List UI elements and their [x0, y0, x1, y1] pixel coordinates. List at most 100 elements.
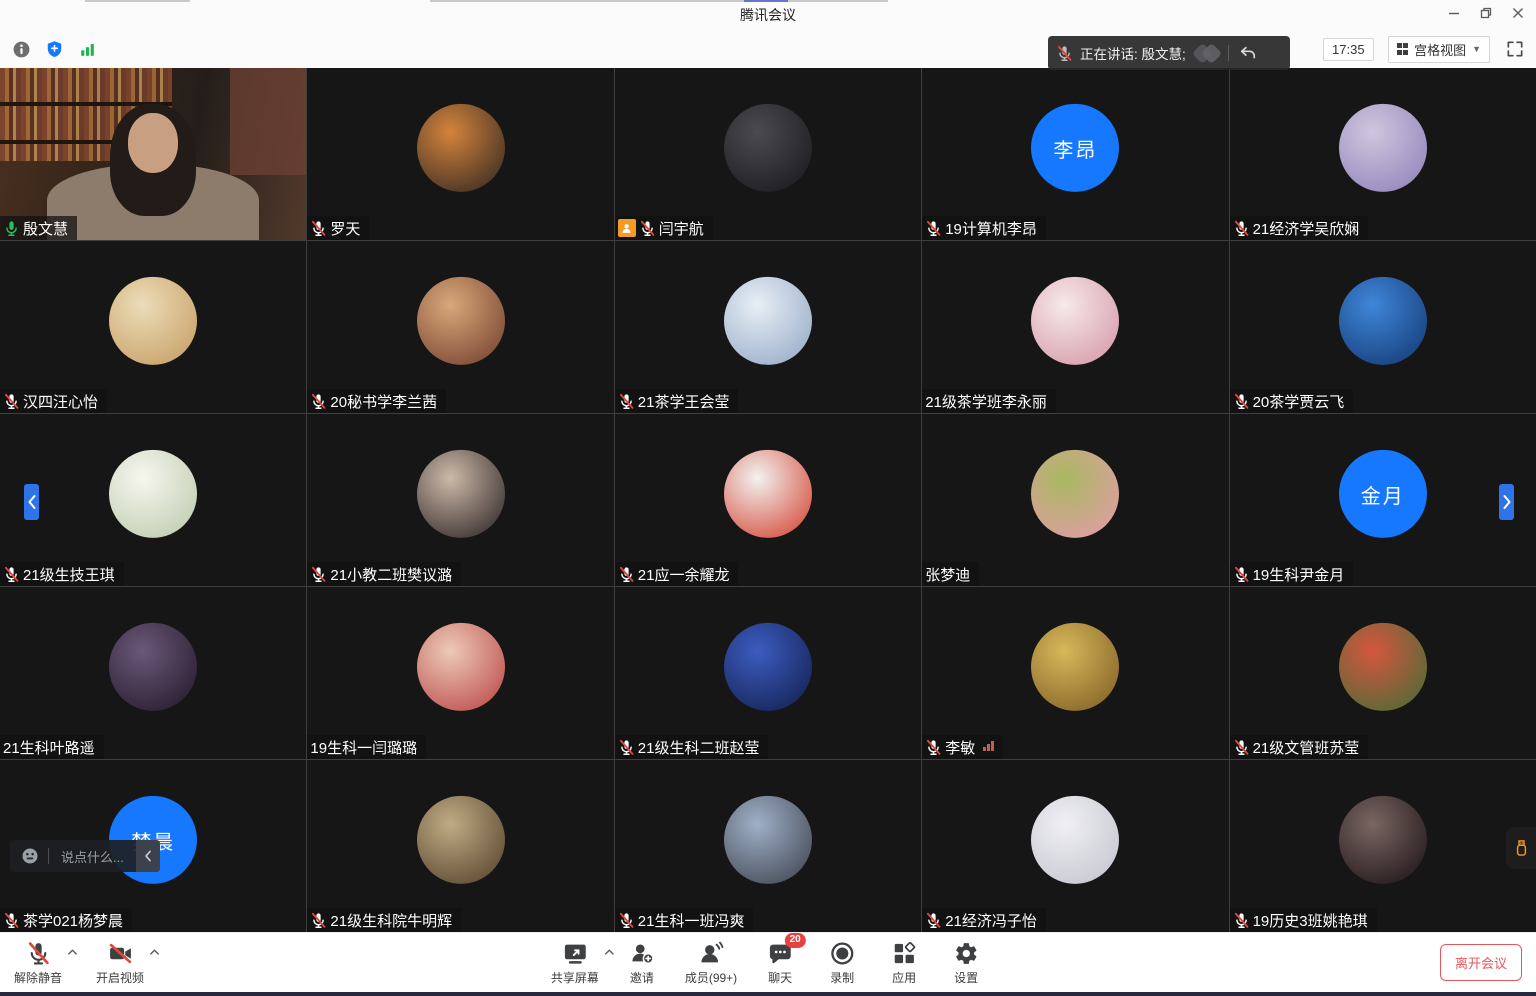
- security-shield-icon[interactable]: [43, 38, 65, 60]
- mic-muted-icon: [310, 912, 327, 929]
- participant-name-label: 殷文慧: [0, 216, 77, 240]
- restore-button[interactable]: [1470, 0, 1502, 30]
- participant-tile[interactable]: 21小教二班樊议潞: [307, 414, 613, 586]
- participant-name-label: 19历史3班姚艳琪: [1230, 908, 1377, 932]
- participant-name: 21经济冯子怡: [945, 910, 1037, 931]
- network-signal-icon[interactable]: [76, 38, 98, 60]
- toolbar-settings-button[interactable]: 设置: [947, 940, 985, 986]
- chevron-up-icon[interactable]: [149, 947, 160, 958]
- leave-meeting-button[interactable]: 离开会议: [1440, 944, 1522, 981]
- chevron-up-icon[interactable]: [67, 947, 78, 958]
- toolbar-center-group: 共享屏幕邀请成员(99+) 20聊天录制应用设置: [551, 940, 985, 986]
- participant-tile[interactable]: 21生科叶路遥: [0, 587, 306, 759]
- mic-muted-icon: [618, 393, 635, 410]
- speaking-indicator-pill[interactable]: 正在讲话: 殷文慧;: [1048, 36, 1290, 70]
- participant-tile[interactable]: 21经济学吴欣娴: [1230, 68, 1536, 240]
- participant-name: 21级生科院牛明辉: [330, 910, 452, 931]
- toolbar-invite-button[interactable]: 邀请: [623, 940, 661, 986]
- participant-name: 19历史3班姚艳琪: [1253, 910, 1368, 931]
- toolbar-unmute-button[interactable]: 解除静音: [14, 940, 62, 986]
- mic-muted-icon: [925, 739, 942, 756]
- chat-input[interactable]: 说点什么...: [49, 847, 136, 866]
- person-badge-icon: [618, 219, 636, 237]
- meeting-info-icon[interactable]: [10, 38, 32, 60]
- participant-tile[interactable]: 殷文慧: [0, 68, 306, 240]
- chevron-up-icon[interactable]: [604, 947, 615, 958]
- speaking-label: 正在讲话: 殷文慧;: [1080, 43, 1186, 63]
- mic-muted-icon: [1233, 566, 1250, 583]
- minimize-button[interactable]: [1438, 0, 1470, 30]
- participant-tile[interactable]: 21经济冯子怡: [922, 760, 1228, 932]
- toolbar-button-label: 设置: [954, 969, 978, 986]
- participant-name-label: 21级生技王琪: [0, 562, 124, 586]
- participant-tile[interactable]: 19生科一闫璐璐: [307, 587, 613, 759]
- participant-tile[interactable]: 罗天: [307, 68, 613, 240]
- participant-tile[interactable]: 李敏: [922, 587, 1228, 759]
- mic-active-icon: [3, 220, 20, 237]
- meeting-status-bar: 17:35 宫格视图 ▼: [0, 30, 1536, 68]
- toolbar-apps-button[interactable]: 应用: [885, 940, 923, 986]
- participant-tile[interactable]: 21级生科二班赵莹: [615, 587, 921, 759]
- next-page-arrow[interactable]: [1499, 484, 1514, 520]
- participant-name-label: 21级生科院牛明辉: [307, 908, 461, 932]
- undo-arrow-button[interactable]: [1238, 43, 1258, 63]
- previous-page-arrow[interactable]: [24, 484, 39, 520]
- participant-name-label: 罗天: [307, 216, 369, 240]
- participant-tile[interactable]: 21应一余耀龙: [615, 414, 921, 586]
- participant-name-label: 闫宇航: [615, 216, 713, 240]
- participant-name: 21级文管班苏莹: [1253, 737, 1360, 758]
- close-button[interactable]: [1502, 0, 1534, 30]
- participant-name-label: 21级茶学班李永丽: [922, 389, 1056, 413]
- view-mode-selector[interactable]: 宫格视图 ▼: [1388, 36, 1490, 63]
- avatar-photo: [417, 450, 505, 538]
- avatar-photo: [724, 623, 812, 711]
- avatar-photo: [1031, 277, 1119, 365]
- participant-name-label: 21经济学吴欣娴: [1230, 216, 1369, 240]
- toolbar-chat-button[interactable]: 20聊天: [761, 940, 799, 986]
- participant-name: 19计算机李昂: [945, 218, 1037, 239]
- usb-device-panel[interactable]: [1506, 827, 1536, 869]
- participant-tile[interactable]: 21生科一班冯爽: [615, 760, 921, 932]
- participant-name-label: 21生科叶路遥: [0, 735, 104, 759]
- avatar-photo: [417, 277, 505, 365]
- fullscreen-button[interactable]: [1504, 38, 1526, 60]
- avatar-photo: [1339, 623, 1427, 711]
- participant-name-label: 19生科一闫璐璐: [307, 735, 426, 759]
- toolbar-start-video-button[interactable]: 开启视频: [96, 940, 144, 986]
- participant-tile[interactable]: 21级生技王琪: [0, 414, 306, 586]
- settings-icon: [954, 940, 979, 967]
- avatar-initials: 李昂: [1031, 104, 1119, 192]
- participant-tile[interactable]: 20茶学贾云飞: [1230, 241, 1536, 413]
- participant-tile[interactable]: 21级文管班苏莹: [1230, 587, 1536, 759]
- toolbar-members-button[interactable]: 成员(99+): [685, 940, 737, 986]
- participant-tile[interactable]: 张梦迪: [922, 414, 1228, 586]
- avatar-photo: [724, 796, 812, 884]
- window-title: 腾讯会议: [740, 5, 796, 25]
- participant-tile[interactable]: 李昂 19计算机李昂: [922, 68, 1228, 240]
- participant-tile[interactable]: 20秘书学李兰茜: [307, 241, 613, 413]
- minimize-icon: [1448, 6, 1460, 24]
- emoji-button[interactable]: [10, 846, 48, 866]
- avatar-photo: [724, 104, 812, 192]
- participant-name: 21经济学吴欣娴: [1253, 218, 1360, 239]
- participant-name: 罗天: [330, 218, 360, 239]
- participant-tile[interactable]: 金月 19生科尹金月: [1230, 414, 1536, 586]
- participant-tile[interactable]: 汉四汪心怡: [0, 241, 306, 413]
- avatar-photo: [1031, 796, 1119, 884]
- meeting-clock: 17:35: [1323, 38, 1374, 61]
- participant-tile[interactable]: 21茶学王会莹: [615, 241, 921, 413]
- avatar-photo: [417, 623, 505, 711]
- usb-device-icon: [1513, 836, 1530, 860]
- participant-tile[interactable]: 21级茶学班李永丽: [922, 241, 1228, 413]
- mic-muted-icon: [639, 220, 656, 237]
- avatar-photo: [1031, 450, 1119, 538]
- toolbar-share-screen-button[interactable]: 共享屏幕: [551, 940, 599, 986]
- participant-tile[interactable]: 21级生科院牛明辉: [307, 760, 613, 932]
- participant-tile[interactable]: 闫宇航: [615, 68, 921, 240]
- camera-off-icon: [108, 940, 133, 967]
- participant-tile[interactable]: 19历史3班姚艳琪: [1230, 760, 1536, 932]
- collapse-chat-button[interactable]: [136, 840, 160, 872]
- toolbar-record-button[interactable]: 录制: [823, 940, 861, 986]
- participant-name-label: 21应一余耀龙: [615, 562, 739, 586]
- network-signal-icon: [983, 741, 994, 753]
